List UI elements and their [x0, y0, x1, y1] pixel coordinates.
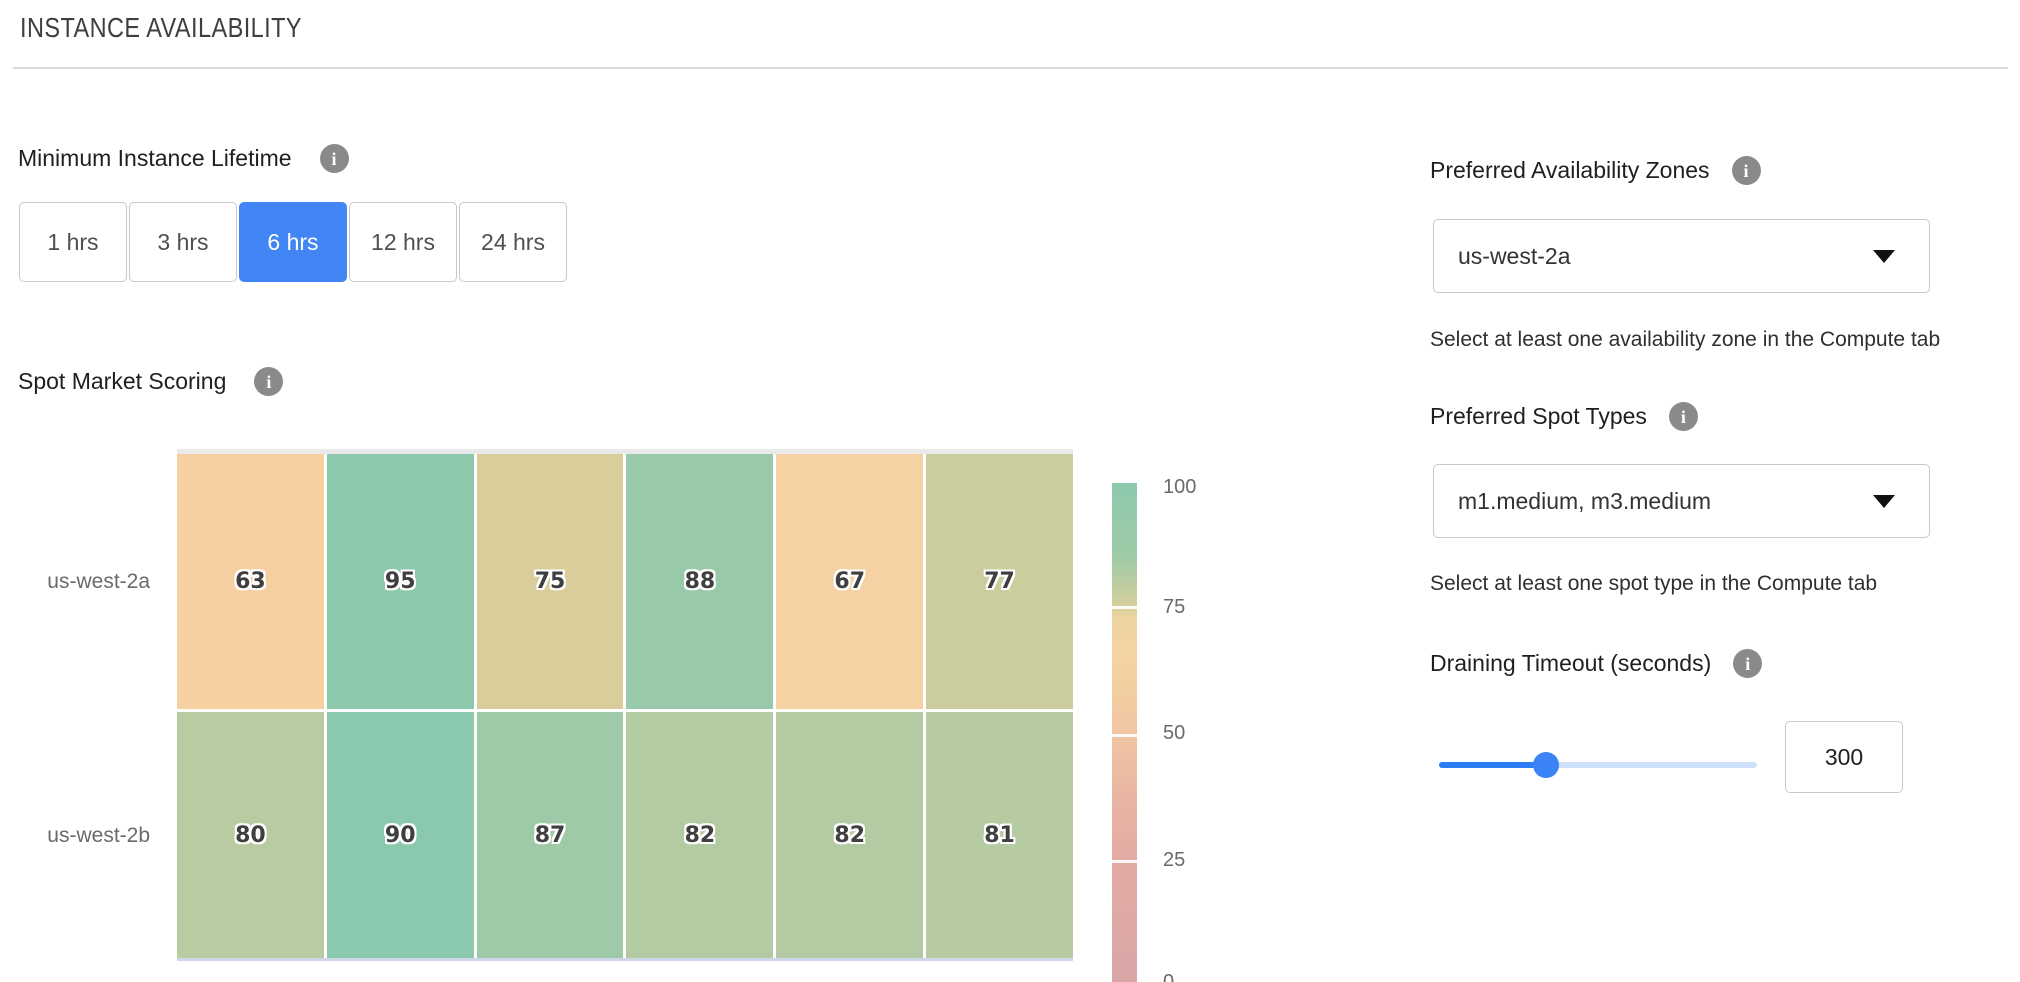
draining-timeout-input[interactable] [1785, 721, 1903, 793]
info-icon[interactable]: i [254, 367, 283, 396]
info-icon-glyph: i [332, 150, 337, 168]
lifetime-option-3-hrs[interactable]: 3 hrs [129, 202, 237, 282]
heatmap-bottom-edge [177, 958, 1073, 961]
heatmap-cell-value: 81 [984, 823, 1015, 848]
colorbar-tick-line [1112, 860, 1137, 863]
header-divider [13, 67, 2008, 69]
info-icon[interactable]: i [1669, 402, 1698, 431]
heatmap-cell-value: 82 [834, 823, 865, 848]
heatmap-cell-value: 80 [235, 823, 266, 848]
heatmap-cell-value: 75 [535, 569, 566, 594]
instance-availability-page: INSTANCE AVAILABILITY Minimum Instance L… [0, 0, 2020, 982]
colorbar-tick-label-50: 50 [1163, 722, 1185, 745]
info-icon-glyph: i [1745, 655, 1750, 673]
chevron-down-icon [1873, 250, 1895, 263]
info-icon[interactable]: i [1733, 649, 1762, 678]
heatmap-colorbar [1112, 483, 1137, 982]
info-icon-glyph: i [266, 373, 271, 391]
lifetime-button-group: 1 hrs3 hrs6 hrs12 hrs24 hrs [19, 202, 567, 282]
spot-types-helper: Select at least one spot type in the Com… [1430, 572, 1877, 596]
heatmap-cell-us-west-2a-col4: 88 [626, 454, 773, 709]
spot-market-scoring-label-row: Spot Market Scoring i [18, 367, 283, 396]
slider-thumb[interactable] [1533, 752, 1559, 778]
heatmap-cell-us-west-2a-col2: 95 [327, 454, 474, 709]
heatmap-cell-us-west-2a-col1: 63 [177, 454, 324, 709]
spot-types-select-value: m1.medium, m3.medium [1434, 488, 1873, 515]
heatmap-cell-us-west-2b-col1: 80 [177, 712, 324, 958]
heatmap-cell-value: 87 [535, 823, 566, 848]
colorbar-tick-label-100: 100 [1163, 476, 1196, 499]
preferred-spot-types-label: Preferred Spot Types [1430, 403, 1647, 430]
spot-market-scoring-label: Spot Market Scoring [18, 368, 226, 395]
colorbar-tick-label-0: 0 [1163, 971, 1174, 982]
draining-timeout-label: Draining Timeout (seconds) [1430, 650, 1711, 677]
colorbar-tick-label-25: 25 [1163, 849, 1185, 872]
heatmap-cell-value: 77 [984, 569, 1015, 594]
colorbar-tick-label-75: 75 [1163, 596, 1185, 619]
heatmap-cell-us-west-2b-col4: 82 [626, 712, 773, 958]
heatmap-cell-value: 67 [834, 569, 865, 594]
heatmap-grid: 63 95 75 88 67 77 80 90 87 82 82 81 [177, 454, 1073, 958]
heatmap-cell-us-west-2a-col6: 77 [926, 454, 1073, 709]
heatmap-cell-value: 88 [685, 569, 716, 594]
colorbar-tick-line [1112, 606, 1137, 609]
availability-zones-helper: Select at least one availability zone in… [1430, 328, 1940, 352]
page-title: INSTANCE AVAILABILITY [20, 12, 302, 44]
minimum-instance-lifetime-label: Minimum Instance Lifetime [18, 145, 292, 172]
colorbar-tick-line [1112, 734, 1137, 737]
heatmap-cell-us-west-2a-col5: 67 [776, 454, 923, 709]
draining-timeout-slider[interactable] [1439, 762, 1757, 768]
preferred-availability-zones-label: Preferred Availability Zones [1430, 157, 1710, 184]
heatmap-cell-value: 95 [385, 569, 416, 594]
lifetime-option-6-hrs[interactable]: 6 hrs [239, 202, 347, 282]
draining-timeout-label-row: Draining Timeout (seconds) i [1430, 649, 1762, 678]
preferred-spot-types-label-row: Preferred Spot Types i [1430, 402, 1698, 431]
preferred-availability-zones-label-row: Preferred Availability Zones i [1430, 156, 1761, 185]
chevron-down-icon [1873, 495, 1895, 508]
lifetime-option-24-hrs[interactable]: 24 hrs [459, 202, 567, 282]
info-icon-glyph: i [1744, 162, 1749, 180]
heatmap-cell-value: 63 [235, 569, 266, 594]
info-icon[interactable]: i [1732, 156, 1761, 185]
heatmap-cell-us-west-2b-col5: 82 [776, 712, 923, 958]
heatmap-row-label-us-west-2b: us-west-2b [0, 824, 150, 848]
info-icon[interactable]: i [320, 144, 349, 173]
availability-zones-select-value: us-west-2a [1434, 243, 1873, 270]
heatmap-cell-us-west-2b-col3: 87 [477, 712, 624, 958]
minimum-instance-lifetime-label-row: Minimum Instance Lifetime i [18, 144, 349, 173]
slider-fill [1439, 762, 1547, 768]
heatmap-cell-value: 82 [685, 823, 716, 848]
lifetime-option-12-hrs[interactable]: 12 hrs [349, 202, 457, 282]
heatmap-cell-value: 90 [385, 823, 416, 848]
heatmap-cell-us-west-2b-col2: 90 [327, 712, 474, 958]
lifetime-option-1-hrs[interactable]: 1 hrs [19, 202, 127, 282]
heatmap-cell-us-west-2b-col6: 81 [926, 712, 1073, 958]
info-icon-glyph: i [1681, 408, 1686, 426]
heatmap-row-label-us-west-2a: us-west-2a [0, 570, 150, 594]
heatmap-cell-us-west-2a-col3: 75 [477, 454, 624, 709]
availability-zones-select[interactable]: us-west-2a [1433, 219, 1930, 293]
spot-types-select[interactable]: m1.medium, m3.medium [1433, 464, 1930, 538]
